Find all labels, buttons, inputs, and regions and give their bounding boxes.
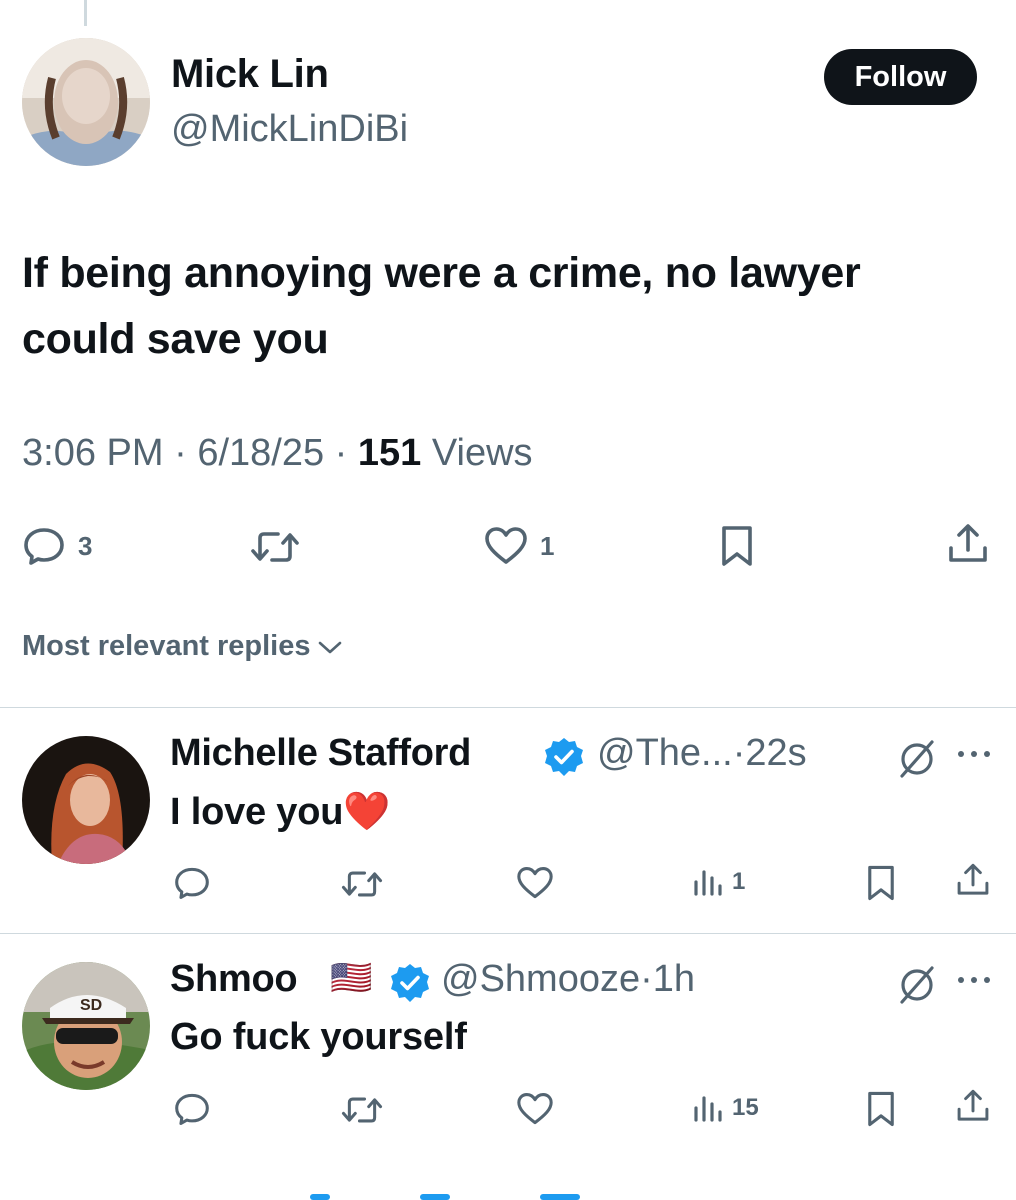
bookmark-button[interactable] bbox=[866, 1090, 896, 1128]
sort-label: Most relevant replies bbox=[22, 630, 311, 662]
verified-badge-icon bbox=[391, 964, 429, 1002]
share-icon bbox=[949, 524, 987, 562]
views-icon bbox=[694, 870, 722, 896]
svg-text:SD: SD bbox=[80, 997, 102, 1014]
meta-separator: · bbox=[334, 432, 348, 474]
tweet-meta: 3:06 PM · 6/18/25 · 151 Views bbox=[22, 432, 533, 475]
meta-separator: · bbox=[640, 958, 653, 1000]
reply-text: I love you❤️ bbox=[170, 790, 391, 834]
like-icon bbox=[517, 1093, 553, 1125]
flag-emoji: 🇺🇸 bbox=[330, 959, 373, 997]
author-name[interactable]: Mick Lin bbox=[171, 52, 329, 97]
bookmark-icon bbox=[868, 1091, 894, 1127]
show-more-fade bbox=[310, 1194, 580, 1200]
retweet-icon bbox=[341, 1097, 383, 1123]
bookmark-button[interactable] bbox=[720, 524, 754, 568]
retweet-button[interactable] bbox=[340, 868, 384, 900]
reply-author-handle[interactable]: @Shmooze·1h bbox=[441, 958, 695, 1001]
views-button[interactable]: 15 bbox=[692, 1092, 759, 1124]
retweet-button[interactable] bbox=[340, 1094, 384, 1126]
divider bbox=[0, 707, 1016, 708]
heart-emoji: ❤️ bbox=[343, 791, 391, 833]
meta-separator: · bbox=[174, 432, 187, 474]
reply-time[interactable]: 22s bbox=[745, 732, 806, 774]
views-button[interactable]: 1 bbox=[692, 866, 745, 898]
grok-icon[interactable] bbox=[896, 738, 938, 780]
reply-icon bbox=[24, 528, 64, 565]
views-icon bbox=[694, 1096, 722, 1122]
reply-avatar[interactable]: SD bbox=[22, 962, 150, 1090]
more-icon[interactable] bbox=[956, 974, 992, 986]
reply-button[interactable]: 3 bbox=[22, 526, 92, 566]
retweet-icon bbox=[251, 532, 299, 562]
tweet-time[interactable]: 3:06 PM bbox=[22, 432, 164, 474]
grok-icon[interactable] bbox=[896, 964, 938, 1006]
reply-icon bbox=[175, 1093, 209, 1125]
reply-author-handle[interactable]: @The...·22s bbox=[597, 732, 807, 775]
share-icon bbox=[957, 863, 989, 895]
like-icon bbox=[485, 527, 527, 564]
meta-separator: · bbox=[732, 732, 746, 774]
reply-sort-dropdown[interactable]: Most relevant replies bbox=[22, 630, 343, 663]
tweet-text-line: If being annoying were a crime, no lawye… bbox=[22, 249, 861, 297]
like-button[interactable] bbox=[516, 1092, 554, 1126]
like-button[interactable]: 1 bbox=[484, 526, 554, 566]
share-button[interactable] bbox=[955, 1088, 991, 1124]
reply-text: Go fuck yourself bbox=[170, 1016, 467, 1058]
tweet-date[interactable]: 6/18/25 bbox=[197, 432, 324, 474]
reply-handle-text: @Shmooze bbox=[441, 958, 641, 1000]
reply-icon bbox=[175, 867, 209, 899]
thread-connector-line bbox=[84, 0, 87, 26]
like-button[interactable] bbox=[516, 866, 554, 900]
retweet-button[interactable] bbox=[250, 528, 300, 566]
retweet-icon bbox=[341, 871, 383, 897]
tweet-text: If being annoying were a crime, no lawye… bbox=[22, 240, 1002, 372]
reply-avatar[interactable] bbox=[22, 736, 150, 864]
chevron-down-icon bbox=[318, 641, 341, 653]
tweet-text-line: could save you bbox=[22, 315, 329, 363]
views-count: 1 bbox=[732, 868, 746, 895]
reply-time[interactable]: 1h bbox=[653, 958, 695, 1000]
reply-button[interactable] bbox=[173, 866, 211, 900]
share-button[interactable] bbox=[955, 862, 991, 898]
reply-count: 3 bbox=[78, 530, 93, 561]
reply-author-name[interactable]: Shmoo bbox=[170, 958, 298, 1001]
divider bbox=[0, 933, 1016, 934]
bookmark-icon bbox=[722, 526, 752, 566]
views-count: 151 bbox=[357, 432, 422, 474]
reply-handle-text: @The... bbox=[597, 732, 733, 774]
like-icon bbox=[517, 867, 553, 899]
share-button[interactable] bbox=[946, 522, 990, 566]
share-icon bbox=[957, 1089, 989, 1121]
bookmark-icon bbox=[868, 865, 894, 901]
more-icon[interactable] bbox=[956, 748, 992, 760]
author-handle[interactable]: @MickLinDiBi bbox=[171, 108, 408, 151]
like-count: 1 bbox=[540, 530, 555, 561]
views-label: Views bbox=[431, 432, 533, 474]
author-avatar[interactable] bbox=[22, 38, 150, 166]
bookmark-button[interactable] bbox=[866, 864, 896, 902]
reply-button[interactable] bbox=[173, 1092, 211, 1126]
reply-author-name[interactable]: Michelle Stafford bbox=[170, 732, 471, 775]
verified-badge-icon bbox=[545, 738, 583, 776]
reply-text-content: I love you bbox=[170, 791, 344, 833]
follow-button[interactable]: Follow bbox=[824, 49, 977, 105]
views-count: 15 bbox=[732, 1094, 759, 1121]
